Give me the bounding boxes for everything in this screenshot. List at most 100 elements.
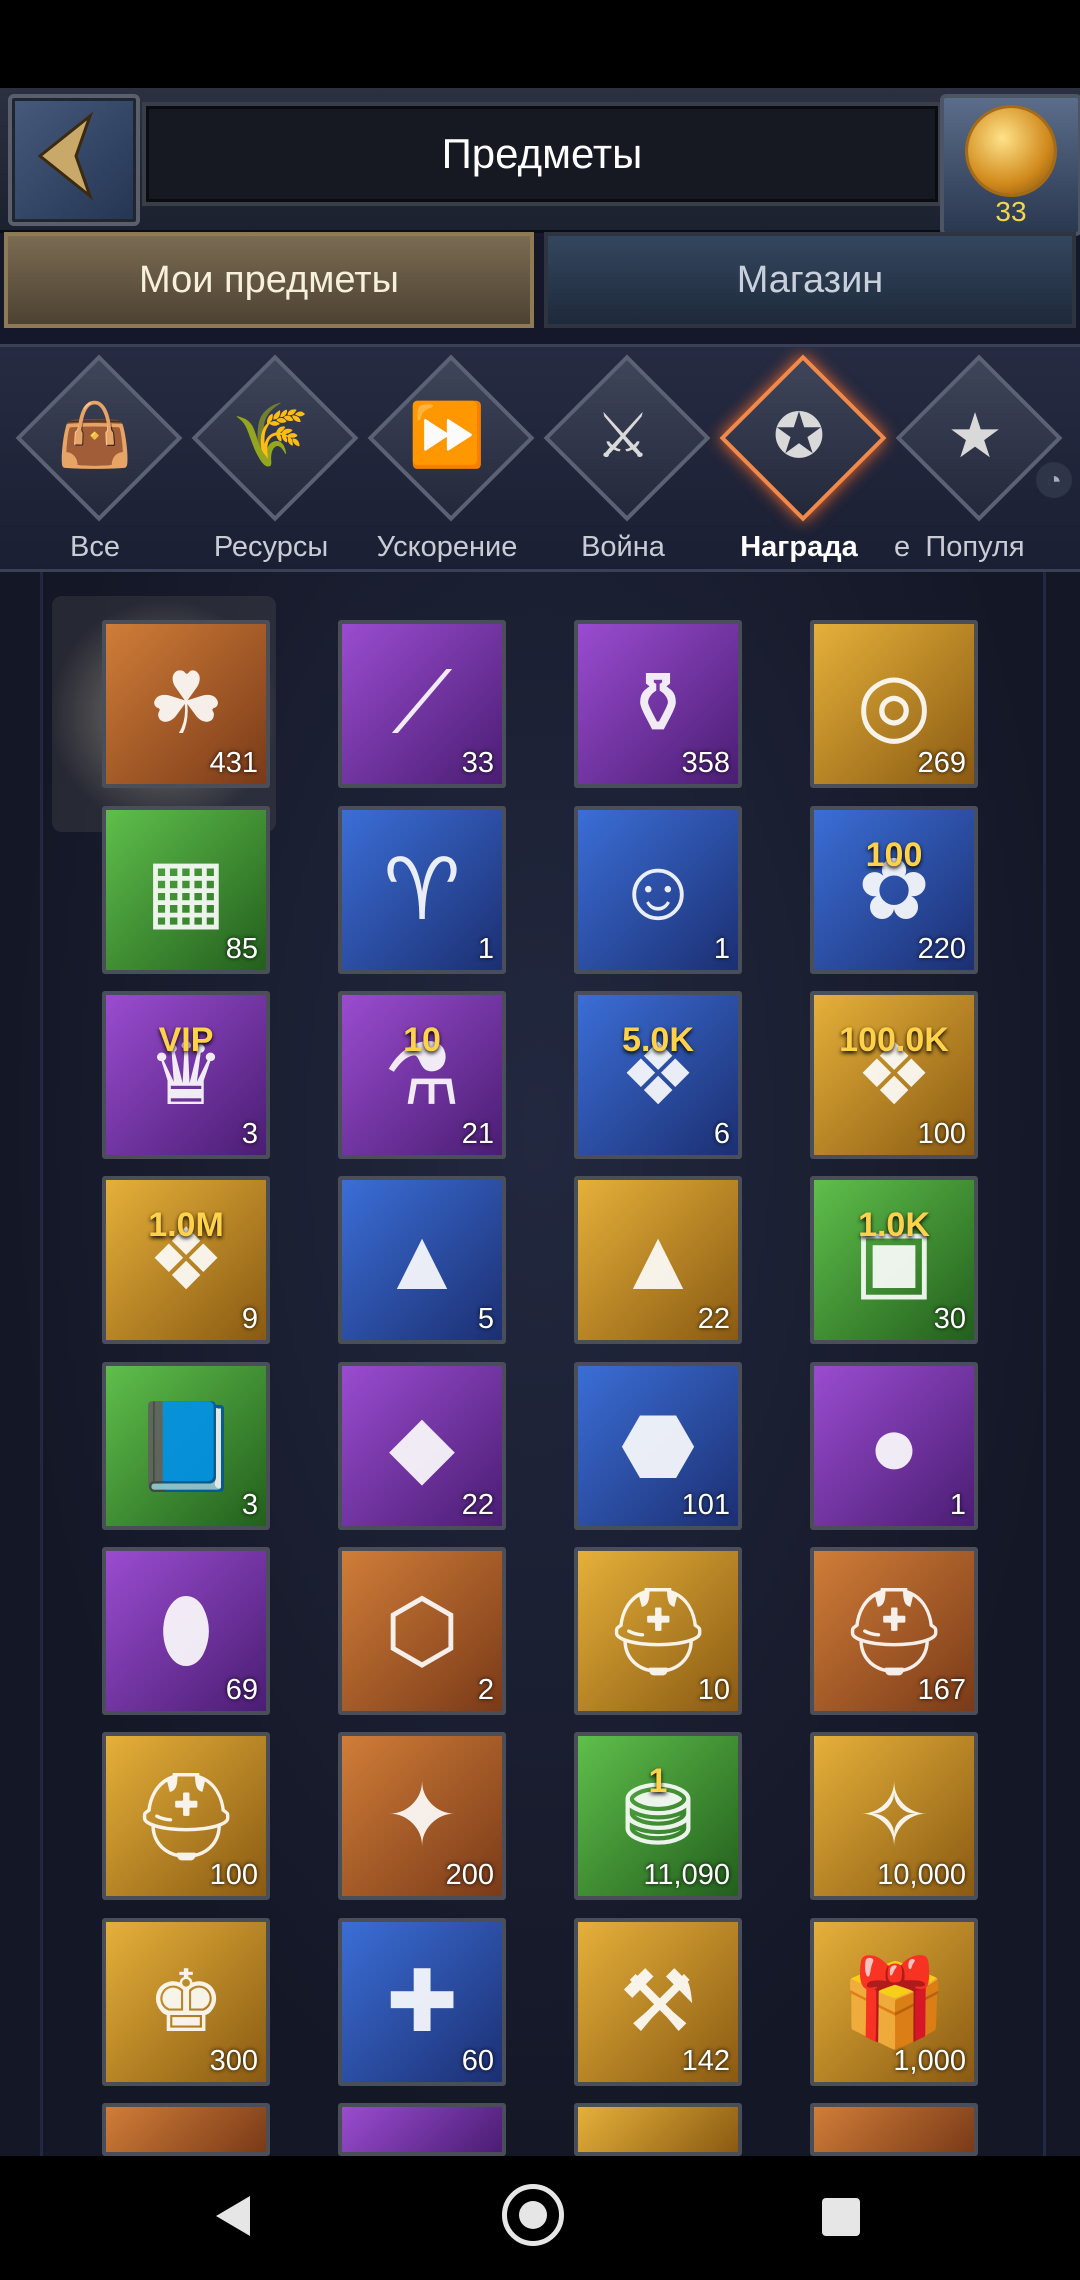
item-count: 1 — [477, 933, 494, 965]
item-partial-2[interactable] — [338, 2103, 506, 2156]
item-count: 200 — [445, 1859, 494, 1891]
item-hero-puzzle[interactable]: ✦ 200 — [338, 1732, 506, 1900]
item-badge: 100.0K — [839, 1021, 949, 1059]
item-badge: 1.0K — [858, 1206, 930, 1244]
tab-shop[interactable]: Магазин — [544, 232, 1076, 328]
item-amethyst[interactable]: ⬮ 69 — [102, 1547, 270, 1715]
back-button[interactable] — [8, 94, 140, 226]
item-count: 10 — [697, 1674, 730, 1706]
item-war-horn[interactable]: ♈ 1 — [338, 806, 506, 974]
item-orb[interactable]: ● 1 — [810, 1362, 978, 1530]
item-count: 269 — [917, 747, 966, 779]
category-scroll-icon[interactable]: ◔ — [1036, 462, 1072, 498]
nav-back-icon[interactable] — [216, 2196, 250, 2236]
category-label: Награда — [740, 531, 858, 563]
category-medal[interactable]: ✪ Награда — [704, 354, 887, 569]
partial-2-icon — [342, 2107, 502, 2152]
item-clover[interactable]: ☘ 431 — [102, 620, 270, 788]
item-badge: 10 — [403, 1021, 441, 1059]
item-gold-coins[interactable]: ⛃ 1 11,090 — [574, 1732, 742, 1900]
item-count: 358 — [681, 747, 730, 779]
item-count: 5 — [477, 1303, 494, 1335]
item-badge: 5.0K — [622, 1021, 694, 1059]
category-label: Ресурсы — [213, 531, 329, 563]
item-count: 11,090 — [643, 1859, 730, 1891]
partial-3-icon — [578, 2107, 738, 2152]
item-partial-3[interactable] — [574, 2103, 742, 2156]
item-spear[interactable]: ⟋ 33 — [338, 620, 506, 788]
item-golden-vase[interactable]: ⚱ 358 — [574, 620, 742, 788]
back-arrow-icon — [37, 111, 94, 201]
partial-1-icon — [106, 2107, 266, 2152]
item-count: 142 — [681, 2045, 730, 2077]
category-label: Все — [70, 531, 120, 563]
item-exp-100k[interactable]: ❖ 100.0K 100 — [810, 991, 978, 1159]
item-count: 21 — [461, 1118, 494, 1150]
page-title: Предметы — [441, 130, 643, 177]
item-spartan-card-gold[interactable]: ⛑ 100 — [102, 1732, 270, 1900]
item-count: 69 — [225, 1674, 258, 1706]
item-count: 300 — [209, 2045, 258, 2077]
item-golden-ring[interactable]: ◎ 269 — [810, 620, 978, 788]
category-bag[interactable]: 👜 Все — [0, 354, 183, 569]
item-count: 220 — [917, 933, 966, 965]
title-plate: Предметы — [142, 102, 942, 206]
item-stamina-potion[interactable]: ⚗ 10 21 — [338, 991, 506, 1159]
item-count: 30 — [933, 1303, 966, 1335]
item-king-crest[interactable]: ♚ 300 — [102, 1918, 270, 2086]
item-badge-100[interactable]: ✿ 100 220 — [810, 806, 978, 974]
item-badge: 100 — [865, 836, 923, 874]
item-crystal[interactable]: ◆ 22 — [338, 1362, 506, 1530]
item-count: 100 — [209, 1859, 258, 1891]
category-bar: 👜 Все 🌾 Ресурсы ⏩ Ускорение ⚔ Война ✪ Награда ★ Поп… — [0, 344, 1080, 572]
title-bar: Предметы 33 — [0, 88, 1080, 236]
item-count: 10,000 — [877, 1859, 966, 1891]
crossed-swords-icon: ⚔ — [595, 402, 651, 471]
wheat-icon: 🌾 — [232, 401, 310, 470]
item-count: 33 — [461, 747, 494, 779]
category-wheat[interactable]: 🌾 Ресурсы — [176, 354, 359, 569]
item-spartan-card[interactable]: ⛑ 167 — [810, 1547, 978, 1715]
item-book[interactable]: 📘 3 — [102, 1362, 270, 1530]
category-crossed-swords[interactable]: ⚔ Война — [528, 354, 711, 569]
category-label-partial: е — [894, 531, 911, 563]
item-count: 167 — [917, 1674, 966, 1706]
coin-balance[interactable]: 33 — [940, 94, 1080, 236]
item-exp-1m[interactable]: ❖ 1.0M 9 — [102, 1176, 270, 1344]
partial-4-icon — [814, 2107, 974, 2152]
item-heroes-swap[interactable]: ☺ 1 — [574, 806, 742, 974]
item-badge: 1 — [648, 1762, 668, 1800]
category-fast-forward[interactable]: ⏩ Ускорение — [352, 354, 535, 569]
fast-forward-icon: ⏩ — [408, 401, 486, 470]
medal-icon: ✪ — [773, 402, 825, 471]
item-silver-pyramid[interactable]: ▲ 5 — [338, 1176, 506, 1344]
item-count: 22 — [697, 1303, 730, 1335]
nav-home-icon[interactable] — [502, 2184, 564, 2246]
item-resource-crate[interactable]: ▦ 85 — [102, 806, 270, 974]
item-chest-1k[interactable]: ▣ 1.0K 30 — [810, 1176, 978, 1344]
item-count: 3 — [241, 1489, 258, 1521]
item-clash-medal[interactable]: ⬡ 2 — [338, 1547, 506, 1715]
item-helmet-card[interactable]: ⛑ 10 — [574, 1547, 742, 1715]
item-count: 2 — [477, 1674, 494, 1706]
item-gold-shard[interactable]: ✧ 10,000 — [810, 1732, 978, 1900]
item-count: 9 — [241, 1303, 258, 1335]
item-partial-1[interactable] — [102, 2103, 270, 2156]
nav-recents-icon[interactable] — [822, 2198, 860, 2236]
category-label: Ускорение — [376, 531, 518, 563]
item-gold-pyramid[interactable]: ▲ 22 — [574, 1176, 742, 1344]
star-icon: ★ — [947, 402, 1003, 471]
item-vip-badge[interactable]: ♛ VIP 3 — [102, 991, 270, 1159]
coin-icon — [968, 108, 1054, 194]
item-count: 101 — [681, 1489, 730, 1521]
item-ore[interactable]: ⬣ 101 — [574, 1362, 742, 1530]
item-count: 100 — [917, 1118, 966, 1150]
item-treasure-chest[interactable]: 🎁 1,000 — [810, 1918, 978, 2086]
item-exp-5k[interactable]: ❖ 5.0K 6 — [574, 991, 742, 1159]
item-resource-chests[interactable]: ⚒ 142 — [574, 1918, 742, 2086]
item-partial-4[interactable] — [810, 2103, 978, 2156]
item-puzzle-piece[interactable]: ✚ 60 — [338, 1918, 506, 2086]
item-count: 1 — [949, 1489, 966, 1521]
tab-my-items[interactable]: Мои предметы — [4, 232, 534, 328]
coin-count: 33 — [995, 196, 1027, 227]
